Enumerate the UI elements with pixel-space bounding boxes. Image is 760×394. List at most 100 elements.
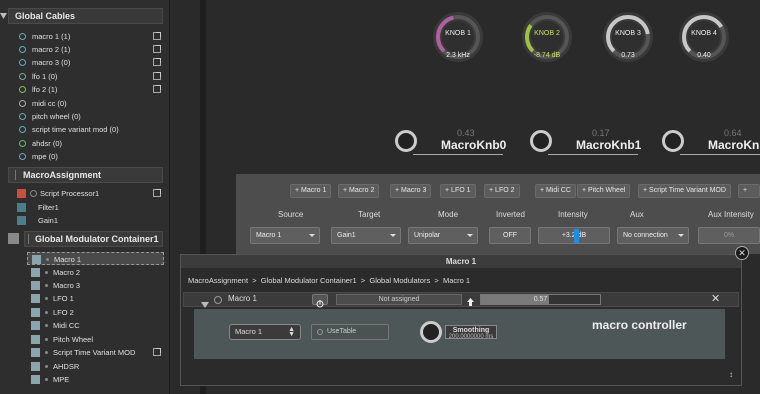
cable-item[interactable]: pitch wheel (0) (0, 110, 170, 123)
modulator-item[interactable]: Macro 1 (27, 252, 164, 265)
macro-knob-1[interactable]: 0.17 MacroKnb1 (530, 128, 670, 156)
macro-knob-dial[interactable] (662, 130, 684, 152)
macro-knob-dial[interactable] (395, 130, 417, 152)
module-editor-popup: Macro 1 MacroAssignment > Global Modulat… (180, 254, 742, 386)
smoothing-label: Smoothing (452, 327, 490, 334)
cable-ring-icon (19, 59, 26, 66)
not-assigned-field[interactable]: Not assigned (336, 294, 462, 305)
inverted-toggle[interactable]: OFF (489, 227, 531, 244)
bullet-icon (45, 338, 48, 341)
cable-label: macro 3 (0) (32, 58, 71, 67)
modulator-item[interactable]: Script Time Variant MOD (0, 346, 170, 359)
tree-item-label: Gain1 (38, 216, 59, 225)
tree-item-label: Filter1 (38, 203, 59, 212)
intensity-slider[interactable]: +3.2 dB (538, 227, 610, 244)
add-source-chip[interactable]: + Macro 1 (290, 184, 332, 198)
column-header: Aux Intensity (708, 210, 754, 219)
modulator-item[interactable]: LFO 1 (0, 292, 170, 305)
cable-item[interactable]: midi cc (0) (0, 97, 170, 110)
breadcrumb-item[interactable]: Global Modulators (369, 276, 430, 285)
cable-item[interactable]: ahdsr (0) (0, 137, 170, 150)
modulator-label: AHDSR (53, 362, 80, 371)
bullet-icon (45, 284, 48, 287)
bypass-ring-icon[interactable] (30, 190, 37, 197)
breadcrumb-item[interactable]: MacroAssignment (188, 276, 248, 285)
popout-icon[interactable] (153, 72, 161, 80)
mode-dropdown[interactable]: Unipolar (408, 227, 478, 244)
macro-assignment-header[interactable]: MacroAssignment (8, 167, 163, 183)
add-source-chip[interactable]: + Macro 3 (390, 184, 432, 198)
add-source-chip-overflow[interactable]: + (738, 184, 760, 198)
breadcrumb: MacroAssignment > Global Modulator Conta… (188, 276, 470, 288)
add-source-chip[interactable]: + Pitch Wheel (577, 184, 631, 198)
smoothing-knob[interactable] (420, 321, 442, 343)
popout-icon[interactable] (153, 58, 161, 66)
aux-dropdown[interactable]: No connection (617, 227, 689, 244)
popout-icon[interactable] (153, 85, 161, 93)
modulator-item[interactable]: Pitch Wheel (0, 333, 170, 346)
add-source-chip[interactable]: + LFO 2 (484, 184, 520, 198)
cable-ring-icon (19, 113, 26, 120)
cable-item[interactable]: macro 3 (0) (0, 56, 170, 69)
macro-knob-2[interactable]: 0.64MacroKnb2 (662, 128, 760, 156)
popout-icon[interactable] (153, 32, 161, 40)
modulator-item[interactable]: MPE (0, 373, 170, 386)
global-modulator-container-header[interactable]: Global Modulator Container1 (24, 231, 163, 247)
cable-ring-icon (19, 46, 26, 53)
cable-item[interactable]: lfo 2 (1) (0, 83, 170, 96)
aux-value: No connection (623, 232, 668, 239)
modulator-label: LFO 1 (53, 294, 74, 303)
intensity-handle[interactable] (574, 229, 579, 243)
modulator-item[interactable]: AHDSR (0, 360, 170, 373)
breadcrumb-item[interactable]: Macro 1 (443, 276, 470, 285)
cable-item[interactable]: macro 2 (1) (0, 43, 170, 56)
macro-knob-name: MacroKnb0 (441, 138, 507, 152)
global-cables-header[interactable]: Global Cables (8, 8, 163, 24)
modulator-item[interactable]: Macro 2 (0, 266, 170, 279)
popout-icon[interactable] (153, 189, 161, 197)
modulator-item[interactable]: Macro 3 (0, 279, 170, 292)
bullet-icon (45, 324, 48, 327)
breadcrumb-item[interactable]: Global Modulator Container1 (261, 276, 357, 285)
close-popup-icon[interactable]: ✕ (735, 246, 749, 260)
modulator-value-slider[interactable]: 0.57 (480, 294, 601, 305)
cable-item[interactable]: macro 1 (1) (0, 30, 170, 43)
macro-select-dropdown[interactable]: Macro 1 ▲ ▼ (229, 324, 301, 340)
knob-value: 2.3 kHz (446, 52, 470, 59)
smoothing-value-box[interactable]: Smoothing 200.0000000 ms (445, 325, 497, 340)
tree-item-script-processor[interactable]: Script Processor1 (0, 187, 170, 200)
resize-arrows-icon[interactable]: ↕ (729, 370, 733, 379)
source-dropdown[interactable]: Macro 1 (250, 227, 320, 244)
use-table-label: UseTable (327, 328, 357, 335)
add-source-chip[interactable]: + LFO 1 (440, 184, 476, 198)
chip-label: Pitch Wheel (588, 187, 626, 194)
tree-item-filter[interactable]: Filter1 (0, 201, 170, 214)
cable-item[interactable]: script time variant mod (0) (0, 123, 170, 136)
modulator-item[interactable]: LFO 2 (0, 306, 170, 319)
macro-controller-title: macro controller (592, 318, 687, 332)
macro-knob-0[interactable]: 0.43 MacroKnb0 (395, 128, 535, 156)
module-name: Macro 1 (228, 294, 257, 303)
collapse-triangle-icon[interactable] (0, 9, 7, 21)
popout-icon[interactable] (153, 45, 161, 53)
macro-knob-underline (680, 154, 760, 155)
modulator-color-swatch (31, 268, 40, 277)
modulator-item[interactable]: Midi CC (0, 319, 170, 332)
add-source-chip[interactable]: + Midi CC (535, 184, 576, 198)
tree-item-gain[interactable]: Gain1 (0, 214, 170, 227)
modulator-label: Macro 1 (54, 255, 82, 264)
close-icon[interactable]: ✕ (711, 294, 720, 305)
cable-item[interactable]: mpe (0) (0, 150, 170, 163)
macro-knob-dial[interactable] (530, 130, 552, 152)
cable-item[interactable]: lfo 1 (0) (0, 70, 170, 83)
modulator-color-swatch (31, 308, 40, 317)
power-button[interactable] (312, 294, 328, 308)
bullet-icon (45, 351, 48, 354)
add-source-chip[interactable]: + Script Time Variant MOD (638, 184, 731, 198)
aux-intensity-slider[interactable]: 0% (698, 227, 760, 244)
use-table-button[interactable]: UseTable (311, 324, 389, 340)
popout-icon[interactable] (153, 348, 161, 356)
add-source-chip[interactable]: + Macro 2 (338, 184, 380, 198)
target-dropdown[interactable]: Gain1 (331, 227, 401, 244)
bypass-ring-icon[interactable] (214, 296, 222, 304)
